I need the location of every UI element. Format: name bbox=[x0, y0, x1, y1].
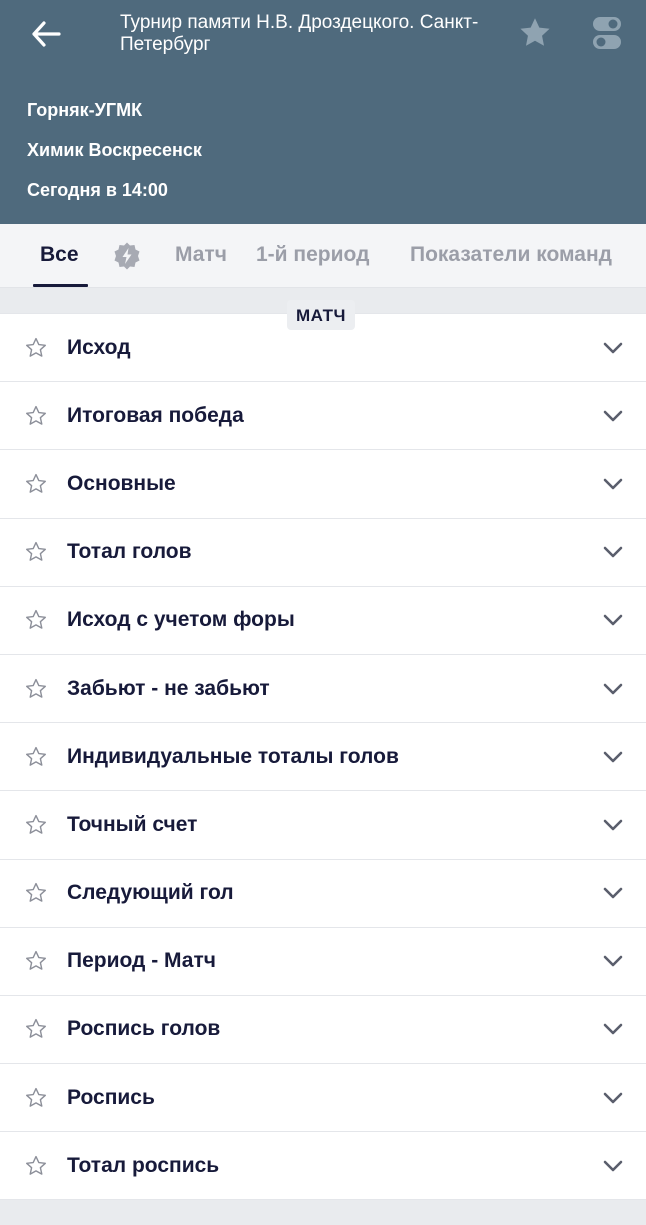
market-label: Основные bbox=[67, 471, 176, 495]
view-toggle-button[interactable] bbox=[586, 12, 628, 54]
star-outline-icon[interactable] bbox=[24, 949, 48, 973]
star-icon bbox=[520, 18, 550, 46]
chevron-down-icon bbox=[603, 1024, 623, 1035]
favorite-button[interactable] bbox=[514, 12, 556, 54]
market-label: Забьют - не забьют bbox=[67, 676, 270, 700]
star-outline-icon[interactable] bbox=[24, 677, 48, 701]
chevron-down-icon bbox=[603, 955, 623, 967]
tab-match[interactable]: Матч bbox=[175, 224, 227, 287]
market-row[interactable]: Период - Матч bbox=[0, 928, 646, 996]
tab-all[interactable]: Все bbox=[40, 224, 79, 287]
chevron-down-icon bbox=[603, 1092, 623, 1103]
market-label: Тотал голов bbox=[67, 540, 192, 564]
market-row[interactable]: Забьют - не забьют bbox=[0, 655, 646, 724]
market-row[interactable]: Основные bbox=[0, 450, 646, 519]
star-outline-icon[interactable] bbox=[24, 813, 48, 837]
market-label: Исход bbox=[67, 335, 131, 359]
star-outline-icon[interactable] bbox=[24, 1017, 48, 1041]
market-tabs: Все Матч 1-й период Показатели команд bbox=[0, 224, 646, 288]
tournament-title: Турнир памяти Н.В. Дроздецкого. Санкт-Пе… bbox=[120, 12, 479, 55]
market-row[interactable]: Точный счет bbox=[0, 791, 646, 860]
market-label: Исход с учетом форы bbox=[67, 608, 295, 632]
market-label: Индивидуальные тоталы голов bbox=[67, 744, 399, 768]
market-row[interactable]: Следующий гол bbox=[0, 860, 646, 928]
chevron-down-icon bbox=[603, 410, 623, 422]
event-header: Турнир памяти Н.В. Дроздецкого. Санкт-Пе… bbox=[0, 0, 646, 224]
arrow-left-icon bbox=[32, 21, 61, 47]
market-label: Тотал роспись bbox=[67, 1153, 220, 1177]
market-row[interactable]: Итоговая победа bbox=[0, 382, 646, 451]
chevron-down-icon bbox=[603, 546, 623, 558]
star-outline-icon[interactable] bbox=[24, 472, 48, 496]
chevron-down-icon bbox=[603, 751, 623, 763]
match-start-time: Сегодня в 14:00 bbox=[27, 180, 168, 200]
chevron-down-icon bbox=[603, 683, 623, 694]
chevron-down-icon bbox=[603, 1160, 623, 1172]
toggle-switch-icon bbox=[593, 17, 621, 49]
market-row[interactable]: Роспись bbox=[0, 1064, 646, 1133]
star-outline-icon[interactable] bbox=[24, 1154, 48, 1178]
chevron-down-icon bbox=[603, 819, 623, 831]
market-row[interactable]: Тотал роспись bbox=[0, 1132, 646, 1201]
market-row[interactable]: Исход с учетом форы bbox=[0, 587, 646, 655]
star-outline-icon[interactable] bbox=[24, 745, 48, 769]
star-outline-icon[interactable] bbox=[24, 608, 48, 632]
market-label: Роспись bbox=[67, 1085, 155, 1109]
market-row[interactable]: Роспись голов bbox=[0, 996, 646, 1065]
active-tab-indicator bbox=[33, 284, 88, 287]
market-label: Точный счет bbox=[67, 812, 198, 836]
star-outline-icon[interactable] bbox=[24, 336, 48, 360]
market-row[interactable]: Индивидуальные тоталы голов bbox=[0, 723, 646, 792]
chevron-down-icon bbox=[603, 615, 623, 626]
team-home: Горняк-УГМК bbox=[27, 100, 143, 120]
team-away: Химик Воскресенск bbox=[27, 140, 202, 160]
lightning-badge-icon bbox=[114, 242, 140, 270]
market-label: Период - Матч bbox=[67, 949, 216, 973]
market-label: Роспись голов bbox=[67, 1017, 221, 1041]
market-row[interactable]: Тотал голов bbox=[0, 519, 646, 587]
chevron-down-icon bbox=[603, 887, 623, 899]
tab-live[interactable] bbox=[112, 241, 142, 271]
match-info: Горняк-УГМК Химик Воскресенск Сегодня в … bbox=[27, 98, 202, 218]
star-outline-icon[interactable] bbox=[24, 881, 48, 905]
tab-team-stats[interactable]: Показатели команд bbox=[410, 224, 612, 287]
tab-first-period[interactable]: 1-й период bbox=[256, 224, 369, 287]
market-label: Итоговая победа bbox=[67, 403, 244, 427]
market-label: Следующий гол bbox=[67, 881, 234, 905]
star-outline-icon[interactable] bbox=[24, 540, 48, 564]
back-button[interactable] bbox=[26, 14, 66, 54]
chevron-down-icon bbox=[603, 478, 623, 490]
chevron-down-icon bbox=[603, 342, 623, 353]
market-list: Исход Итоговая победа Основные Тотал голов И… bbox=[0, 313, 646, 1201]
star-outline-icon[interactable] bbox=[24, 404, 48, 428]
star-outline-icon[interactable] bbox=[24, 1086, 48, 1110]
section-label: МАТЧ bbox=[287, 300, 355, 330]
